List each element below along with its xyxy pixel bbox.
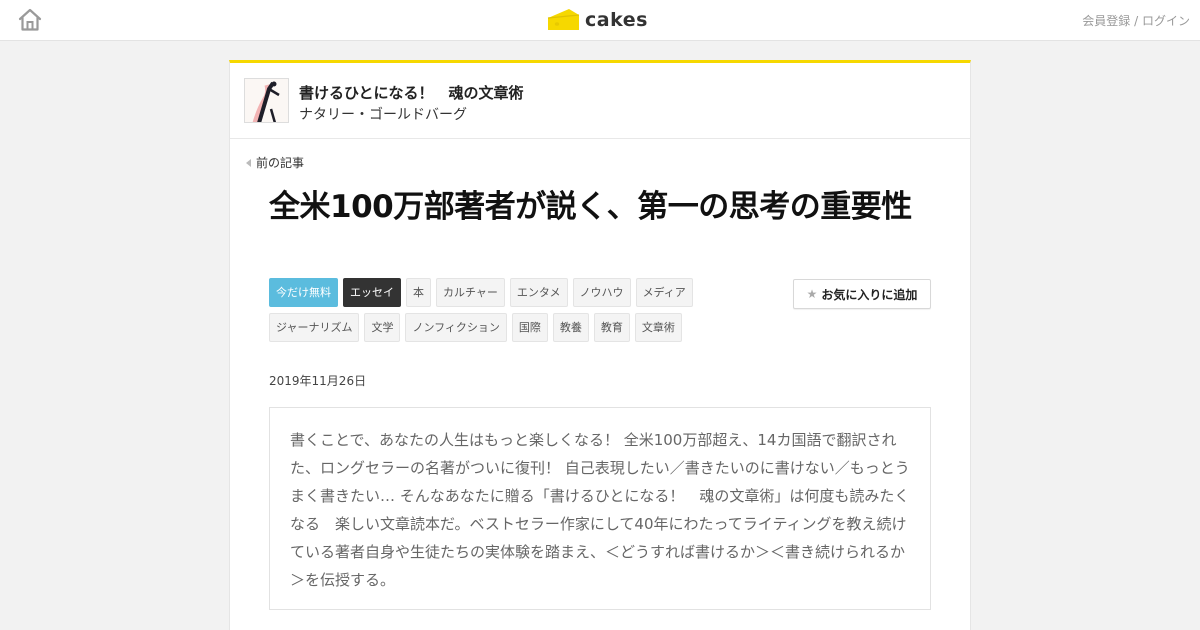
login-link[interactable]: ログイン <box>1142 14 1190 28</box>
publish-date: 2019年11月26日 <box>269 374 367 388</box>
article-title: 全米100万部著者が説く、第一の思考の重要性 <box>269 189 912 225</box>
auth-separator: / <box>1130 14 1142 28</box>
tag-book[interactable]: 本 <box>406 278 431 307</box>
tag-liberal-arts[interactable]: 教養 <box>552 313 589 342</box>
tag-journalism[interactable]: ジャーナリズム <box>269 313 360 342</box>
previous-article-link[interactable]: 前の記事 <box>246 154 304 171</box>
tag-entertainment[interactable]: エンタメ <box>509 278 568 307</box>
star-icon: ★ <box>806 287 818 301</box>
tag-knowhow[interactable]: ノウハウ <box>572 278 631 307</box>
series-author[interactable]: ナタリー・ゴールドバーグ <box>299 104 467 124</box>
auth-links: 会員登録 / ログイン <box>1082 12 1190 29</box>
tag-nonfiction[interactable]: ノンフィクション <box>405 313 507 342</box>
series-title[interactable]: 書けるひとになる！ 魂の文章術 <box>299 82 524 103</box>
article-summary: 書くことで、あなたの人生はもっと楽しくなる！ 全米100万部超え、14カ国語で翻… <box>269 407 931 610</box>
book-cover-illustration <box>245 79 288 122</box>
add-favorite-label: お気に入りに追加 <box>821 287 918 302</box>
cheese-logo-icon <box>547 9 580 30</box>
tag-writing[interactable]: 文章術 <box>634 313 682 342</box>
tag-education[interactable]: 教育 <box>593 313 630 342</box>
add-favorite-button[interactable]: ★ お気に入りに追加 <box>793 279 931 309</box>
tag-essay[interactable]: エッセイ <box>343 278 401 307</box>
tag-free[interactable]: 今だけ無料 <box>269 278 338 307</box>
logo-wordmark: cakes <box>585 9 648 31</box>
series-header[interactable]: 書けるひとになる！ 魂の文章術 ナタリー・ゴールドバーグ <box>230 63 970 139</box>
tag-literature[interactable]: 文学 <box>364 313 401 342</box>
tag-international[interactable]: 国際 <box>511 313 548 342</box>
tag-culture[interactable]: カルチャー <box>436 278 505 307</box>
register-link[interactable]: 会員登録 <box>1082 14 1130 28</box>
previous-article-label: 前の記事 <box>256 156 305 170</box>
top-navigation-bar: cakes 会員登録 / ログイン <box>0 0 1200 41</box>
caret-left-icon <box>246 158 251 167</box>
home-icon[interactable] <box>17 8 43 32</box>
cakes-logo[interactable]: cakes <box>547 6 648 34</box>
article-card: 書けるひとになる！ 魂の文章術 ナタリー・ゴールドバーグ 前の記事 全米100万… <box>229 60 971 630</box>
tag-media[interactable]: メディア <box>635 278 693 307</box>
book-cover-thumbnail[interactable] <box>244 78 289 123</box>
tag-list: 今だけ無料 エッセイ 本 カルチャー エンタメ ノウハウ メディア ジャーナリズ… <box>269 278 709 342</box>
